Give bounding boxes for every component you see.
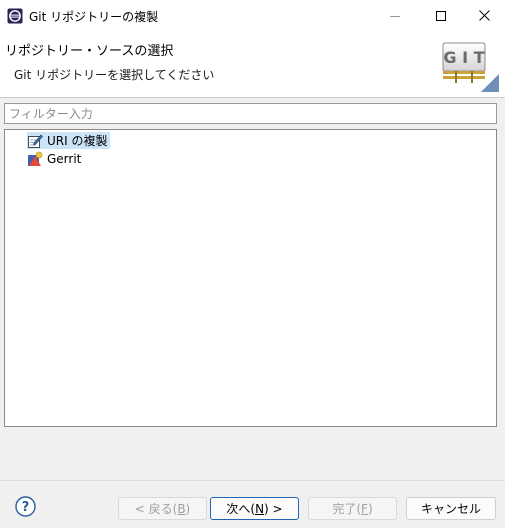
filter-input[interactable] (4, 103, 497, 124)
finish-button-mnemonic: F (361, 501, 368, 516)
svg-text:G I T: G I T (443, 48, 484, 67)
back-button-label: < 戻る( (134, 502, 178, 516)
next-button[interactable]: 次へ(N) > (210, 497, 299, 520)
window-title: Git リポジトリーの複製 (29, 10, 159, 24)
minimize-button[interactable] (372, 0, 418, 31)
cancel-button-label: キャンセル (420, 502, 481, 516)
header-separator (0, 97, 505, 98)
maximize-button[interactable] (418, 0, 464, 31)
finish-button-label: 完了( (332, 502, 362, 516)
wizard-header: リポジトリー・ソースの選択 Git リポジトリーを選択してください G I T (0, 31, 505, 97)
source-tree[interactable]: URI の複製 Gerrit (4, 129, 497, 427)
next-button-label: 次へ( (226, 502, 256, 516)
title-bar: Git リポジトリーの複製 (0, 0, 505, 31)
next-button-mnemonic: N (255, 501, 265, 516)
eclipse-app-icon (7, 8, 23, 24)
tree-item-clone-uri[interactable]: URI の複製 (27, 132, 111, 149)
git-logo-icon: G I T (442, 42, 499, 92)
cancel-button[interactable]: キャンセル (406, 497, 496, 520)
page-title: リポジトリー・ソースの選択 (5, 44, 174, 59)
next-button-suffix: ) > (264, 501, 283, 516)
back-button-suffix: ) (185, 501, 191, 516)
tree-item-label: URI の複製 (47, 134, 108, 148)
svg-text:?: ? (22, 500, 30, 515)
finish-button-suffix: ) (367, 501, 373, 516)
tree-item-label: Gerrit (47, 151, 82, 166)
minimize-icon (390, 15, 400, 17)
maximize-icon (436, 10, 446, 21)
tree-item-gerrit[interactable]: Gerrit (27, 150, 84, 167)
close-button[interactable] (461, 0, 505, 31)
help-icon: ? (15, 496, 36, 517)
finish-button[interactable]: 完了(F) (308, 497, 397, 520)
page-description: Git リポジトリーを選択してください (14, 68, 215, 82)
help-button[interactable]: ? (15, 496, 36, 517)
clone-uri-icon (28, 134, 43, 148)
back-button-mnemonic: B (177, 501, 186, 516)
footer-separator (0, 480, 505, 481)
back-button[interactable]: < 戻る(B) (118, 497, 207, 520)
close-icon (478, 10, 490, 21)
gerrit-icon (28, 151, 43, 166)
